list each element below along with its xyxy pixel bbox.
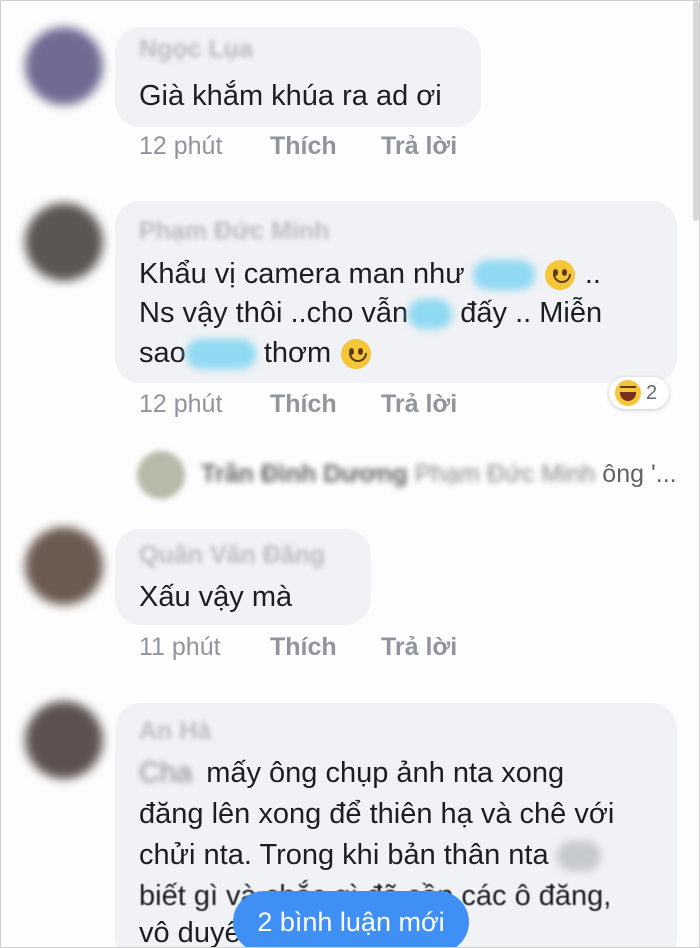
text-fragment: Khẩu vị camera man như <box>139 258 465 290</box>
comment-text-line: Cha mấy ông chụp ảnh nta xong <box>139 753 564 794</box>
reaction-count: 2 <box>646 382 658 404</box>
new-comments-button[interactable]: 2 bình luận mới <box>233 891 469 947</box>
redaction-blur <box>556 841 601 872</box>
smile-emoji-icon <box>341 339 372 370</box>
like-button[interactable]: Thích <box>270 633 337 662</box>
avatar[interactable] <box>25 203 103 281</box>
avatar[interactable] <box>25 701 103 779</box>
reaction-summary[interactable]: 2 <box>609 377 669 409</box>
reply-preview-text: Trần Đình Dương Phạm Đức Minh ông '... <box>201 460 677 489</box>
comment-author[interactable]: Quân Văn Đăng <box>139 541 325 570</box>
redacted-word: Cha <box>139 757 193 789</box>
reply-snippet: ông <box>602 460 645 488</box>
reply-author: Trần Đình Dương <box>201 460 408 488</box>
reply-mention: Phạm Đức Minh <box>414 460 596 488</box>
avatar[interactable] <box>25 527 103 605</box>
redaction-blur <box>185 339 256 370</box>
text-fragment: sao <box>139 337 186 369</box>
avatar[interactable] <box>25 27 103 105</box>
comment-author[interactable]: An Hà <box>139 717 211 746</box>
avatar <box>137 451 185 499</box>
text-fragment: Ns vậy thôi ..cho vẫn <box>139 297 409 329</box>
comment-text-line: Khẩu vị camera man như .. <box>139 254 601 295</box>
comment-text: Già khắm khúa ra ad ơi <box>139 80 442 112</box>
haha-icon <box>615 380 641 406</box>
comment-time: 11 phút <box>139 633 221 661</box>
comment-text-line: đăng lên xong để thiên hạ và chê với <box>139 798 615 830</box>
text-fragment: .. <box>584 258 601 290</box>
comment-thread: Ngọc Lụa Già khắm khúa ra ad ơi 12 phút … <box>0 0 700 948</box>
comment-author[interactable]: Ngọc Lụa <box>139 35 253 64</box>
scrollbar[interactable] <box>693 1 699 221</box>
comment-text-line: sao thơm <box>139 333 373 374</box>
text-fragment: thơm <box>263 337 332 369</box>
reply-button[interactable]: Trả lời <box>381 132 457 161</box>
comment-text-line: chửi nta. Trong khi bản thân nta <box>139 835 601 876</box>
comment-time: 12 phút <box>139 390 223 418</box>
comment-author[interactable]: Phạm Đức Minh <box>139 217 329 246</box>
text-fragment: đấy .. Miễn <box>460 297 603 329</box>
comment-text-line: vô duyê <box>139 917 241 948</box>
comment-text-line: Ns vậy thôi ..cho vẫn đấy .. Miễn <box>139 293 602 334</box>
reply-button[interactable]: Trả lời <box>381 390 457 419</box>
smile-emoji-icon <box>544 260 575 291</box>
redaction-blur <box>472 260 535 291</box>
reply-button[interactable]: Trả lời <box>381 633 457 662</box>
like-button[interactable]: Thích <box>270 132 337 161</box>
text-fragment: chửi nta. Trong khi bản thân nta <box>139 839 549 871</box>
redaction-blur <box>408 299 453 330</box>
like-button[interactable]: Thích <box>270 390 337 419</box>
comment-text: Xấu vậy mà <box>139 581 293 613</box>
text-fragment: mấy ông chụp ảnh nta xong <box>206 757 565 789</box>
comment-time: 12 phút <box>139 132 223 160</box>
reply-ellipsis: '... <box>650 460 677 488</box>
